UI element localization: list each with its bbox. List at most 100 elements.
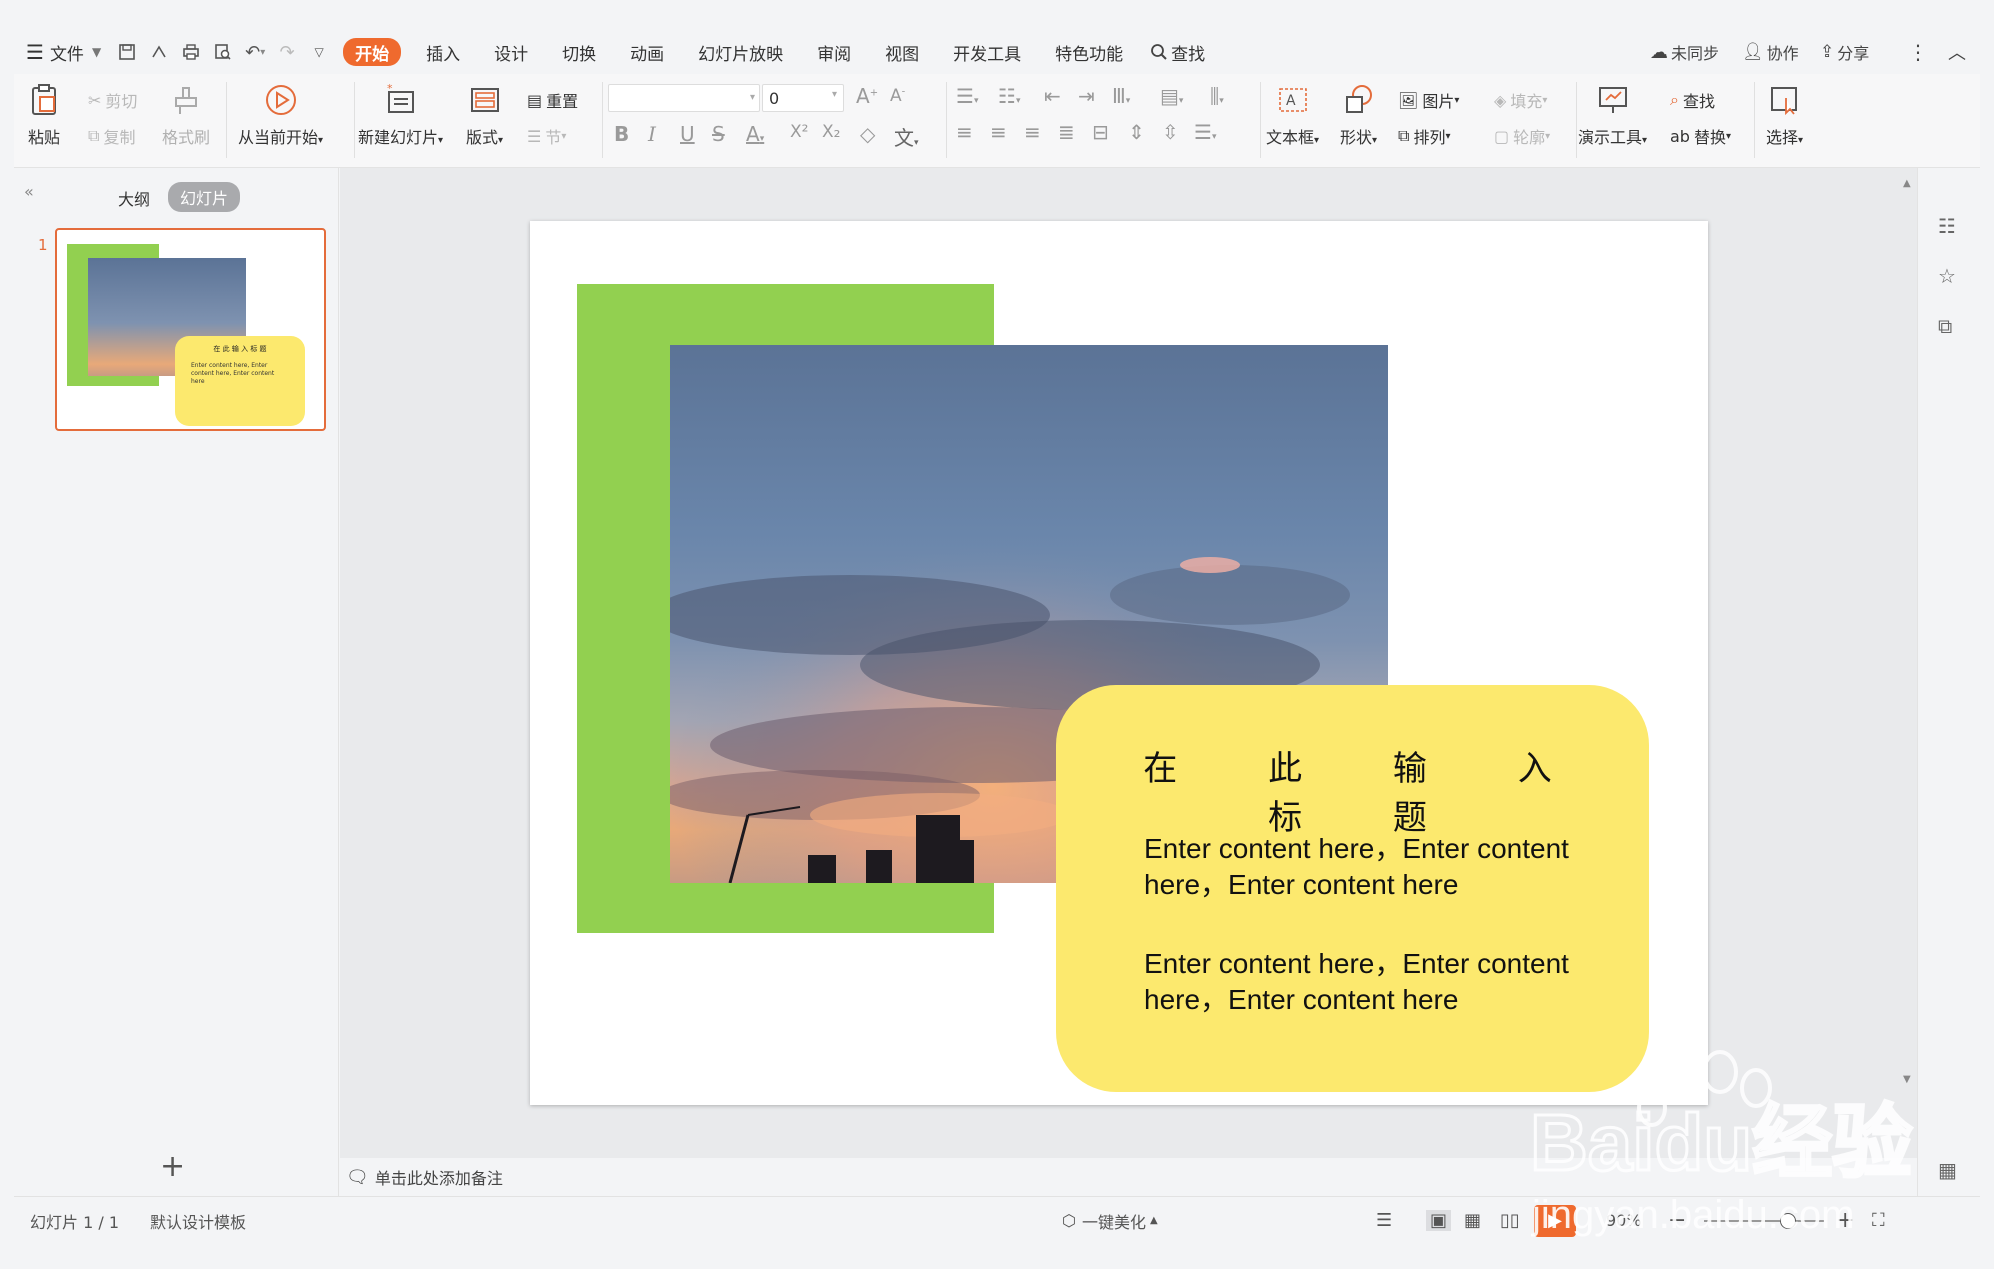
collapse-ribbon-icon[interactable]: ︿ [1948, 30, 1966, 74]
notes-bar[interactable]: 🗨︎ 单击此处添加备注 [340, 1158, 1917, 1196]
columns-icon[interactable]: ⫼▾ [1210, 84, 1224, 108]
textbox-button[interactable]: A 文本框▾ [1266, 82, 1319, 148]
picture-button[interactable]: 🖼︎ 图片 ▾ [1398, 88, 1459, 112]
slide-sorter-icon[interactable]: ▦ [1464, 1210, 1481, 1231]
select-button[interactable]: 选择▾ [1766, 82, 1803, 148]
export-icon[interactable] [143, 30, 175, 74]
justify-icon[interactable]: ≣ [1058, 120, 1075, 144]
grid-apps-icon[interactable]: ▦ [1938, 1158, 1957, 1182]
slideshow-play-icon[interactable]: ▶ [1534, 1204, 1576, 1237]
template-name[interactable]: 默认设计模板 [150, 1209, 246, 1233]
share-button[interactable]: ⇪ 分享 [1820, 30, 1869, 74]
decrease-indent-icon[interactable]: ⇤ [1044, 84, 1061, 108]
tab-slideshow[interactable]: 幻灯片放映 [681, 30, 800, 74]
tab-animations[interactable]: 动画 [613, 30, 681, 74]
normal-view-icon[interactable]: ▣ [1426, 1210, 1452, 1231]
zoom-slider[interactable] [1704, 1213, 1824, 1229]
subscript-icon[interactable]: X₂ [822, 122, 840, 142]
replace-button[interactable]: ab 替换 ▾ [1670, 124, 1731, 148]
sync-status[interactable]: ☁ 未同步 [1650, 30, 1719, 74]
tab-slides[interactable]: 幻灯片 [168, 182, 241, 212]
decrease-font-icon[interactable]: A- [890, 86, 905, 106]
redo-icon[interactable]: ↷ [271, 30, 303, 74]
text-direction-icon[interactable]: Ⅲ▾ [1112, 84, 1130, 108]
presenter-tools-button[interactable]: 演示工具▾ [1578, 82, 1647, 148]
increase-font-icon[interactable]: A+ [856, 84, 878, 108]
customize-chevron-icon[interactable]: ▽ [303, 30, 335, 74]
file-menu[interactable]: ☰ 文件 ▼ [14, 30, 111, 74]
fit-window-icon[interactable]: ⛶ [1872, 1210, 1885, 1231]
bold-icon[interactable]: B [614, 122, 629, 146]
superscript-icon[interactable]: X² [790, 122, 808, 142]
arrange-button[interactable]: ⧉ 排列 ▾ [1398, 124, 1450, 148]
bullets-icon[interactable]: ☰▾ [956, 84, 978, 108]
print-icon[interactable] [175, 30, 207, 74]
print-preview-icon[interactable] [207, 30, 239, 74]
find-button[interactable]: ⌕ 查找 [1670, 88, 1715, 112]
underline-icon[interactable]: U [680, 122, 695, 146]
vertical-scrollbar[interactable]: ▲ ▼ [1903, 178, 1913, 1138]
line-spacing-icon[interactable]: ⇕ [1128, 120, 1145, 144]
zoom-out-icon[interactable]: − [1668, 1208, 1686, 1233]
paragraph-spacing-icon[interactable]: ⇳ [1162, 120, 1179, 144]
tab-insert[interactable]: 插入 [409, 30, 477, 74]
format-painter-button[interactable]: 格式刷 [162, 82, 210, 148]
add-slide-icon[interactable]: + [160, 1152, 185, 1182]
tab-view[interactable]: 视图 [868, 30, 936, 74]
tab-special[interactable]: 特色功能 [1038, 30, 1140, 74]
animation-star-icon[interactable]: ☆ [1938, 264, 1956, 288]
tab-review[interactable]: 审阅 [800, 30, 868, 74]
increase-indent-icon[interactable]: ⇥ [1078, 84, 1095, 108]
properties-icon[interactable]: ☷ [1938, 214, 1956, 238]
beautify-button[interactable]: ⬡ 一键美化 ▲ [1062, 1209, 1158, 1233]
collaborate-button[interactable]: 👤︎ 协作 [1742, 30, 1799, 74]
collapse-panel-icon[interactable]: « [24, 182, 34, 201]
paste-button[interactable]: 粘贴 [26, 82, 62, 148]
content-paragraph-1[interactable]: Enter content here，Enter content here，En… [1144, 831, 1614, 903]
cut-button[interactable]: ✂ 剪切 [88, 88, 137, 112]
font-size-select[interactable]: 0 ▾ [762, 84, 844, 112]
tab-home[interactable]: 开始 [343, 38, 402, 66]
tab-design[interactable]: 设计 [477, 30, 545, 74]
more-menu-icon[interactable]: ⋮ [1908, 30, 1928, 74]
align-center-icon[interactable]: ≡ [990, 120, 1007, 144]
shape-button[interactable]: 形状▾ [1340, 82, 1377, 148]
slide[interactable]: 在 此 输 入 标 题 Enter content here，Enter con… [530, 221, 1708, 1105]
zoom-in-icon[interactable]: + [1836, 1208, 1854, 1233]
eraser-icon[interactable]: ◇ [860, 122, 875, 146]
copy-button[interactable]: ⧉ 复制 [88, 124, 135, 148]
tab-developer[interactable]: 开发工具 [936, 30, 1038, 74]
section-button[interactable]: ☰ 节 ▾ [527, 124, 566, 148]
distribute-icon[interactable]: ⊟ [1092, 120, 1109, 144]
fill-button[interactable]: ◈ 填充 ▾ [1494, 88, 1547, 112]
numbering-icon[interactable]: ☷▾ [998, 84, 1020, 108]
new-slide-button[interactable]: * 新建幻灯片▾ [358, 82, 443, 148]
font-family-select[interactable]: ▾ [608, 84, 760, 112]
slide-title[interactable]: 在 此 输 入 标 题 [1056, 741, 1649, 839]
reading-view-icon[interactable]: ▯▯ [1500, 1210, 1520, 1231]
tab-transitions[interactable]: 切换 [545, 30, 613, 74]
align-right-icon[interactable]: ≡ [1024, 120, 1041, 144]
search-command[interactable]: 查找 [1140, 30, 1215, 74]
italic-icon[interactable]: I [648, 122, 656, 146]
content-paragraph-2[interactable]: Enter content here，Enter content here，En… [1144, 946, 1614, 1018]
tab-outline[interactable]: 大纲 [118, 186, 150, 210]
align-text-icon[interactable]: ▤▾ [1160, 84, 1183, 108]
align-left-icon[interactable]: ≡ [956, 120, 973, 144]
strikethrough-icon[interactable]: S [712, 122, 725, 146]
outline-button[interactable]: ▢ 轮廓 ▾ [1494, 124, 1550, 148]
zoom-slider-thumb[interactable] [1780, 1213, 1796, 1229]
yellow-content-box[interactable]: 在 此 输 入 标 题 Enter content here，Enter con… [1056, 685, 1649, 1092]
list-style-icon[interactable]: ☰▾ [1194, 120, 1216, 144]
undo-icon[interactable]: ↶ ▾ [239, 30, 271, 74]
text-effects-icon[interactable]: 文▾ [894, 122, 919, 151]
font-color-icon[interactable]: A▾ [746, 122, 764, 146]
reset-button[interactable]: ▤ 重置 [527, 88, 578, 112]
notes-toggle-icon[interactable]: ☰ [1376, 1210, 1392, 1231]
slide-thumbnail[interactable]: 在 此 输 入 标 题 Enter content here, Enter co… [55, 228, 326, 431]
play-from-current-button[interactable]: 从当前开始▾ [238, 82, 323, 148]
layout-button[interactable]: 版式▾ [466, 82, 503, 148]
transition-icon[interactable]: ⧉ [1938, 314, 1952, 338]
zoom-level[interactable]: 90% [1606, 1211, 1642, 1230]
save-icon[interactable] [111, 30, 143, 74]
